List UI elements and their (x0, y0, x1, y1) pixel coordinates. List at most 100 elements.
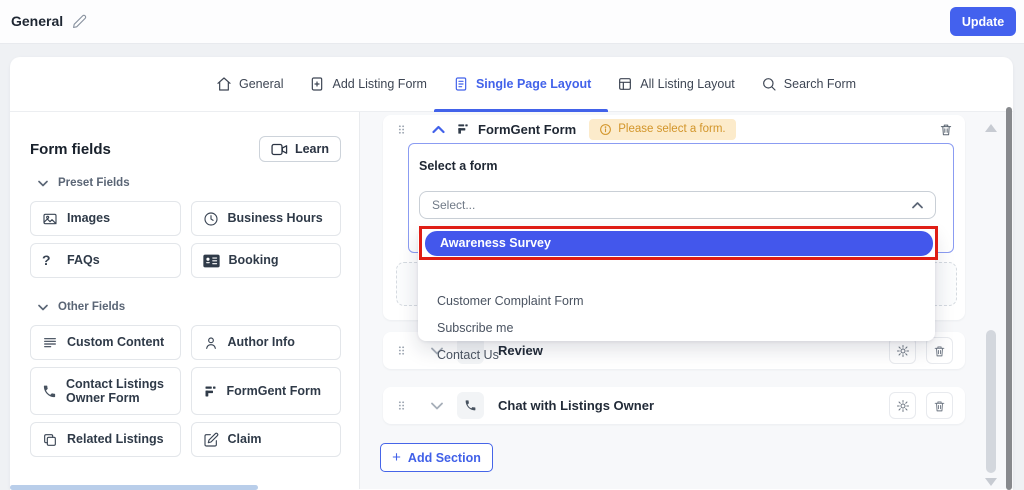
section-title: FormGent Form (478, 122, 576, 137)
trash-icon[interactable] (939, 122, 953, 137)
id-card-icon (203, 254, 220, 268)
select-form-label: Select a form (419, 159, 498, 173)
top-bar: General Update (0, 0, 1024, 44)
preset-fields-toggle[interactable]: Preset Fields (38, 177, 341, 189)
section-title: Review (498, 343, 543, 358)
tab-single-page-layout[interactable]: Single Page Layout (453, 57, 591, 112)
chevron-down-icon (38, 180, 48, 187)
tab-label: Single Page Layout (476, 77, 591, 91)
drag-handle-icon[interactable] (395, 122, 408, 137)
sidebar-title: Form fields (30, 141, 111, 158)
update-button[interactable]: Update (950, 7, 1016, 36)
option-contact-us[interactable]: Contact Us (437, 348, 499, 362)
edit-pencil-icon[interactable] (72, 14, 87, 29)
image-icon (42, 211, 58, 227)
warning-badge: Please select a form. (589, 119, 735, 140)
field-item-contact-listings-owner-form[interactable]: Contact Listings Owner Form (30, 367, 181, 415)
select-placeholder: Select... (432, 198, 475, 212)
lines-icon (42, 335, 58, 351)
layout-icon (617, 76, 633, 92)
chevron-up-icon[interactable] (432, 125, 445, 134)
scroll-down-arrow-icon[interactable] (985, 478, 997, 486)
form-select-dropdown: Awareness Survey Customer Complaint Form… (418, 228, 935, 341)
outer-scrollbar-thumb[interactable] (1006, 107, 1012, 490)
field-item-formgent-form[interactable]: FormGent Form (191, 367, 342, 415)
plus-icon: + (392, 449, 401, 466)
tab-bar: General Add Listing Form Single Page Lay… (10, 57, 1013, 112)
field-label: FAQs (67, 253, 100, 267)
home-icon (216, 76, 232, 92)
formgent-icon (456, 122, 470, 136)
add-section-button[interactable]: + Add Section (380, 443, 493, 472)
scroll-up-arrow-icon[interactable] (985, 124, 997, 132)
copy-icon (42, 432, 58, 448)
field-item-images[interactable]: Images (30, 201, 181, 236)
phone-icon (457, 392, 484, 419)
field-item-related-listings[interactable]: Related Listings (30, 422, 181, 457)
field-label: Related Listings (67, 432, 164, 446)
field-label: Images (67, 211, 110, 225)
field-label: Business Hours (228, 211, 323, 225)
info-circle-icon (599, 123, 612, 136)
field-item-claim[interactable]: Claim (191, 422, 342, 457)
question-icon: ? (42, 252, 58, 268)
file-plus-icon (309, 76, 325, 92)
section-chat-with-listings-owner: Chat with Listings Owner (383, 387, 965, 424)
field-label: FormGent Form (227, 384, 321, 398)
option-awareness-survey[interactable]: Awareness Survey (425, 231, 933, 256)
field-item-business-hours[interactable]: Business Hours (191, 201, 342, 236)
field-label: Author Info (228, 335, 295, 349)
canvas-scrollbar-thumb[interactable] (986, 330, 996, 473)
option-subscribe-me[interactable]: Subscribe me (437, 321, 513, 335)
formgent-icon (203, 384, 218, 399)
clock-icon (203, 211, 219, 227)
group-label: Preset Fields (58, 177, 130, 189)
tab-label: General (239, 77, 283, 91)
chevron-up-icon (912, 202, 923, 209)
gear-icon[interactable] (889, 337, 916, 364)
page-title: General (11, 13, 63, 29)
trash-icon[interactable] (926, 392, 953, 419)
field-label: Claim (228, 432, 262, 446)
section-title: Chat with Listings Owner (498, 398, 654, 413)
edit-icon (203, 432, 219, 448)
learn-label: Learn (295, 142, 329, 156)
page-title-wrap: General (11, 13, 87, 29)
trash-icon[interactable] (926, 337, 953, 364)
field-label: Booking (229, 253, 279, 267)
video-icon (271, 143, 288, 156)
tab-general[interactable]: General (216, 57, 283, 112)
layout-canvas: FormGent Form Please select a form. Sele… (360, 112, 1013, 489)
field-label: Contact Listings Owner Form (66, 377, 172, 406)
field-item-author-info[interactable]: Author Info (191, 325, 342, 360)
tab-all-listing-layout[interactable]: All Listing Layout (617, 57, 735, 112)
group-label: Other Fields (58, 301, 125, 313)
phone-icon (42, 384, 57, 399)
chevron-down-icon[interactable] (431, 402, 443, 410)
user-icon (203, 335, 219, 351)
drag-handle-icon[interactable] (395, 398, 408, 413)
tab-search-form[interactable]: Search Form (761, 57, 856, 112)
field-label: Custom Content (67, 335, 164, 349)
drag-handle-icon[interactable] (395, 343, 408, 358)
chevron-down-icon (38, 304, 48, 311)
learn-button[interactable]: Learn (259, 136, 341, 162)
field-item-faqs[interactable]: ? FAQs (30, 243, 181, 278)
form-fields-sidebar: Form fields Learn Preset Fields (10, 112, 360, 489)
gear-icon[interactable] (889, 392, 916, 419)
file-text-icon (453, 76, 469, 92)
other-fields-toggle[interactable]: Other Fields (38, 301, 341, 313)
section-header: FormGent Form Please select a form. (383, 115, 965, 143)
option-customer-complaint-form[interactable]: Customer Complaint Form (437, 294, 584, 308)
horizontal-scrollbar-thumb[interactable] (10, 485, 258, 490)
main-card: General Add Listing Form Single Page Lay… (10, 57, 1013, 490)
search-icon (761, 76, 777, 92)
field-item-booking[interactable]: Booking (191, 243, 342, 278)
tab-label: Add Listing Form (332, 77, 426, 91)
form-select-control[interactable]: Select... (419, 191, 936, 219)
field-item-custom-content[interactable]: Custom Content (30, 325, 181, 360)
tab-label: All Listing Layout (640, 77, 735, 91)
tab-add-listing-form[interactable]: Add Listing Form (309, 57, 426, 112)
tab-label: Search Form (784, 77, 856, 91)
warning-text: Please select a form. (618, 123, 725, 135)
